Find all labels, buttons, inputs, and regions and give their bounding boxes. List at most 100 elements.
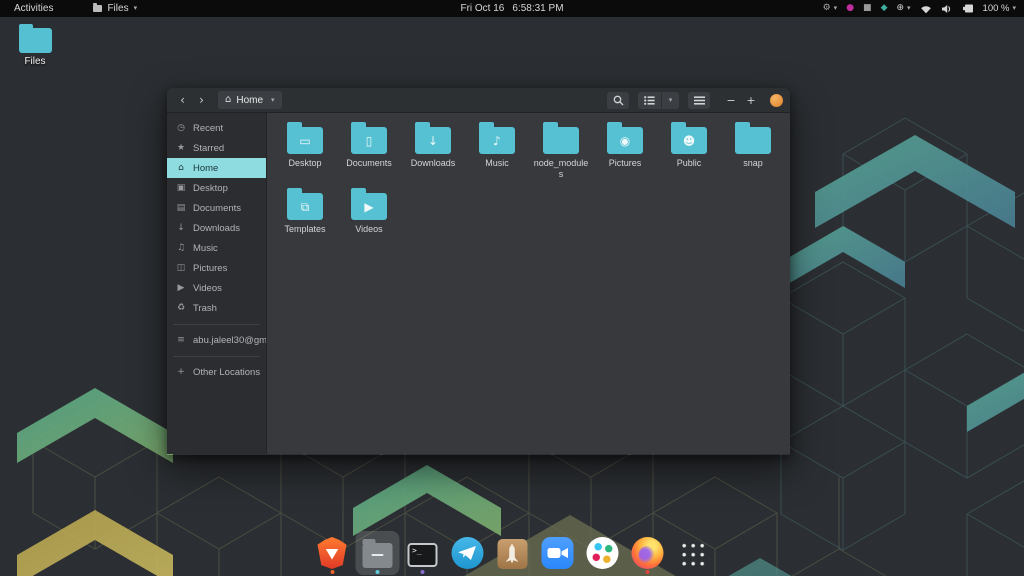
- sidebar-item-other-locations[interactable]: + Other Locations: [167, 362, 266, 382]
- desktop-icon-files[interactable]: Files: [12, 23, 58, 67]
- back-button[interactable]: ‹: [174, 94, 191, 106]
- folder-icon: [543, 127, 579, 154]
- volume-icon: [941, 4, 953, 14]
- dock-item-slack[interactable]: [580, 531, 624, 575]
- files-window: ‹ › ⌂ Home ▾ ▾: [167, 88, 790, 455]
- zoom-icon: [541, 537, 573, 569]
- folder-node-modules[interactable]: node_modules: [529, 121, 593, 187]
- slack-icon: [586, 537, 618, 569]
- running-indicator-dot: [645, 570, 649, 574]
- dock-item-zoom[interactable]: [535, 531, 579, 575]
- sidebar-item-trash[interactable]: ♻ Trash: [167, 298, 266, 318]
- folder-icon: [735, 127, 771, 154]
- hamburger-icon: [694, 96, 705, 105]
- home-icon: ⌂: [225, 95, 231, 105]
- app-menu-label: Files: [107, 3, 128, 14]
- template-emblem-icon: ⧉: [287, 193, 323, 220]
- folder-icon: ☻: [671, 127, 707, 154]
- close-button[interactable]: [770, 94, 783, 107]
- chevron-down-icon: ▾: [271, 97, 275, 104]
- clock-time: 6:58:31 PM: [512, 3, 563, 14]
- places-sidebar: ◷ Recent ★ Starred ⌂ Home ▣ Desktop ▤ Do…: [167, 113, 267, 454]
- chevron-down-icon: ▾: [834, 5, 838, 12]
- app-indicator-teal-icon: ◆: [881, 4, 888, 13]
- accessibility-indicator-icon: ⊕: [896, 4, 904, 13]
- search-icon: [613, 95, 624, 106]
- running-indicator-dot: [330, 570, 334, 574]
- folder-music[interactable]: ♪ Music: [465, 121, 529, 187]
- sidebar-item-documents[interactable]: ▤ Documents: [167, 198, 266, 218]
- sidebar-item-videos[interactable]: ▶ Videos: [167, 278, 266, 298]
- app-indicator-teal[interactable]: ◆: [881, 4, 888, 13]
- chevron-down-icon: ▾: [907, 5, 911, 12]
- folder-icon: ▯: [351, 127, 387, 154]
- person-emblem-icon: ☻: [671, 127, 707, 154]
- brave-icon: [318, 537, 347, 569]
- path-label: Home: [236, 95, 263, 106]
- folder-documents[interactable]: ▯ Documents: [337, 121, 401, 187]
- music-note-emblem-icon: ♪: [479, 127, 515, 154]
- folder-icon: ▭: [287, 127, 323, 154]
- app-indicator-gray[interactable]: ■: [863, 4, 872, 13]
- folder-pictures[interactable]: ◉ Pictures: [593, 121, 657, 187]
- folder-public[interactable]: ☻ Public: [657, 121, 721, 187]
- search-button[interactable]: [607, 92, 629, 109]
- accessibility-indicator[interactable]: ⊕ ▾: [896, 4, 910, 13]
- dock-item-firefox[interactable]: [625, 531, 669, 575]
- chevron-down-icon: ▾: [669, 97, 673, 104]
- terminal-icon: [407, 543, 437, 567]
- sidebar-item-downloads[interactable]: ↓ Downloads: [167, 218, 266, 238]
- forward-button[interactable]: ›: [193, 94, 210, 106]
- sidebar-item-desktop[interactable]: ▣ Desktop: [167, 178, 266, 198]
- minimize-button[interactable]: −: [722, 95, 740, 106]
- ulauncher-icon: [497, 539, 527, 569]
- sidebar-item-starred[interactable]: ★ Starred: [167, 138, 266, 158]
- top-bar: Activities Files ▾ Fri Oct 16 6:58:31 PM…: [0, 0, 1024, 17]
- clock-button[interactable]: Fri Oct 16 6:58:31 PM: [460, 3, 563, 14]
- folder-downloads[interactable]: ↓ Downloads: [401, 121, 465, 187]
- running-indicator-dot: [375, 570, 379, 574]
- view-mode-button[interactable]: [638, 92, 662, 109]
- activities-button[interactable]: Activities: [10, 3, 57, 14]
- path-bar-button[interactable]: ⌂ Home ▾: [218, 91, 282, 109]
- dock: [310, 531, 715, 575]
- sidebar-item-pictures[interactable]: ◫ Pictures: [167, 258, 266, 278]
- dock-item-app-grid[interactable]: [670, 531, 714, 575]
- folder-snap[interactable]: snap: [721, 121, 785, 187]
- chevron-down-icon: ▾: [1012, 5, 1016, 12]
- folder-icon: [19, 28, 52, 53]
- sidebar-item-music[interactable]: ♫ Music: [167, 238, 266, 258]
- firefox-icon: [631, 537, 663, 569]
- video-camera-emblem-icon: ▶: [351, 193, 387, 220]
- chevron-down-icon: ▾: [134, 5, 138, 12]
- system-indicator-gear[interactable]: ⚙ ▾: [823, 4, 838, 13]
- folder-videos[interactable]: ▶ Videos: [337, 187, 401, 253]
- sidebar-item-abu-jaleel30-gm[interactable]: ≡ abu.jaleel30@gm...: [167, 330, 266, 350]
- file-grid[interactable]: ▭ Desktop ▯ Documents ↓ Downloads ♪ Musi…: [267, 113, 790, 454]
- view-options-dropdown[interactable]: ▾: [662, 92, 679, 109]
- battery-percent: 100 %: [983, 3, 1010, 14]
- sidebar-item-recent[interactable]: ◷ Recent: [167, 118, 266, 138]
- list-view-icon: [644, 96, 655, 105]
- folder-desktop[interactable]: ▭ Desktop: [273, 121, 337, 187]
- display-emblem-icon: ▭: [287, 127, 323, 154]
- running-indicator-dot: [420, 570, 424, 574]
- hamburger-menu-button[interactable]: [688, 92, 710, 109]
- system-status-area[interactable]: 100 % ▾: [920, 3, 1016, 14]
- dock-item-telegram[interactable]: [445, 531, 489, 575]
- system-indicator-gear-icon: ⚙: [823, 4, 831, 13]
- folder-icon: ♪: [479, 127, 515, 154]
- app-menu-button[interactable]: Files ▾: [93, 3, 137, 14]
- sidebar-item-home[interactable]: ⌂ Home: [167, 158, 266, 178]
- dock-item-files[interactable]: [355, 531, 399, 575]
- dock-item-brave[interactable]: [310, 531, 354, 575]
- maximize-button[interactable]: +: [742, 95, 760, 106]
- dock-item-ulauncher[interactable]: [490, 531, 534, 575]
- folder-templates[interactable]: ⧉ Templates: [273, 187, 337, 253]
- window-titlebar[interactable]: ‹ › ⌂ Home ▾ ▾: [167, 88, 790, 113]
- wifi-icon: [920, 4, 932, 14]
- app-indicator-gray-icon: ■: [863, 4, 872, 13]
- app-indicator-magenta[interactable]: ●: [846, 4, 854, 13]
- folder-icon: ⧉: [287, 193, 323, 220]
- dock-item-terminal[interactable]: [400, 531, 444, 575]
